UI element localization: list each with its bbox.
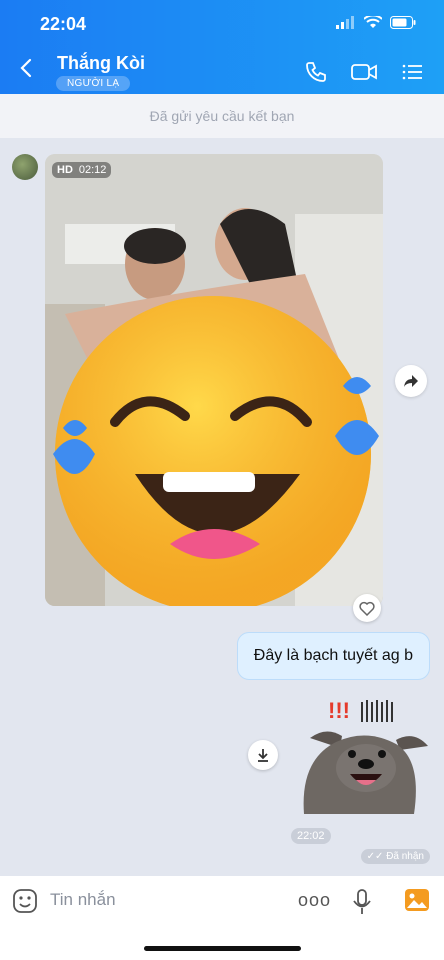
dog-sticker: !!! <box>303 698 428 814</box>
delivery-status: ✓✓ Đã nhận <box>360 849 430 864</box>
sticker-message[interactable]: !!! <box>296 690 430 814</box>
phone-icon <box>306 62 326 82</box>
video-duration: 02:12 <box>78 164 107 176</box>
voice-button[interactable] <box>352 888 372 921</box>
image-icon <box>405 889 429 911</box>
share-icon <box>404 375 418 387</box>
menu-icon <box>402 64 422 80</box>
double-check-icon: ✓✓ <box>366 851 384 862</box>
status-icons <box>336 16 416 29</box>
gallery-button[interactable] <box>404 888 430 917</box>
mic-icon <box>353 889 371 914</box>
battery-icon <box>390 16 416 29</box>
video-message[interactable] <box>45 154 383 606</box>
heart-icon <box>359 601 375 616</box>
video-call-icon <box>351 64 377 80</box>
contact-name[interactable]: Thắng Kòi <box>57 53 145 74</box>
more-button[interactable]: ooo <box>298 890 331 911</box>
stranger-badge: NGƯỜI LẠ <box>56 76 131 91</box>
status-time: 22:04 <box>40 14 87 34</box>
menu-button[interactable] <box>400 60 424 89</box>
emoji-button[interactable] <box>12 888 38 919</box>
sticker-exclaim: !!! <box>328 698 350 723</box>
share-button[interactable] <box>395 365 427 397</box>
video-info-badge: HD 02:12 <box>52 162 112 178</box>
download-icon <box>258 749 268 762</box>
avatar[interactable] <box>12 154 38 180</box>
message-input[interactable]: Tin nhắn <box>50 890 116 910</box>
call-button[interactable] <box>304 60 328 89</box>
message-input-bar: Tin nhắn ooo <box>0 876 444 960</box>
wifi-icon <box>364 16 382 28</box>
chevron-left-icon <box>20 58 32 78</box>
delivery-status-text: Đã nhận <box>386 851 424 862</box>
sent-message[interactable]: Đây là bạch tuyết ag b <box>236 632 430 680</box>
signal-icon <box>336 16 354 29</box>
react-button[interactable] <box>353 594 381 622</box>
friend-request-banner: Đã gửi yêu cầu kết bạn <box>0 94 444 138</box>
video-thumbnail <box>45 154 383 606</box>
message-time: 22:02 <box>291 828 331 844</box>
video-call-button[interactable] <box>350 60 378 89</box>
emoji-icon <box>13 889 37 913</box>
header: 22:04 Thắng Kòi NGƯỜI LẠ <box>0 0 444 94</box>
video-quality: HD <box>57 164 73 176</box>
home-indicator <box>144 946 301 951</box>
download-button[interactable] <box>248 740 278 770</box>
back-button[interactable] <box>20 58 32 83</box>
